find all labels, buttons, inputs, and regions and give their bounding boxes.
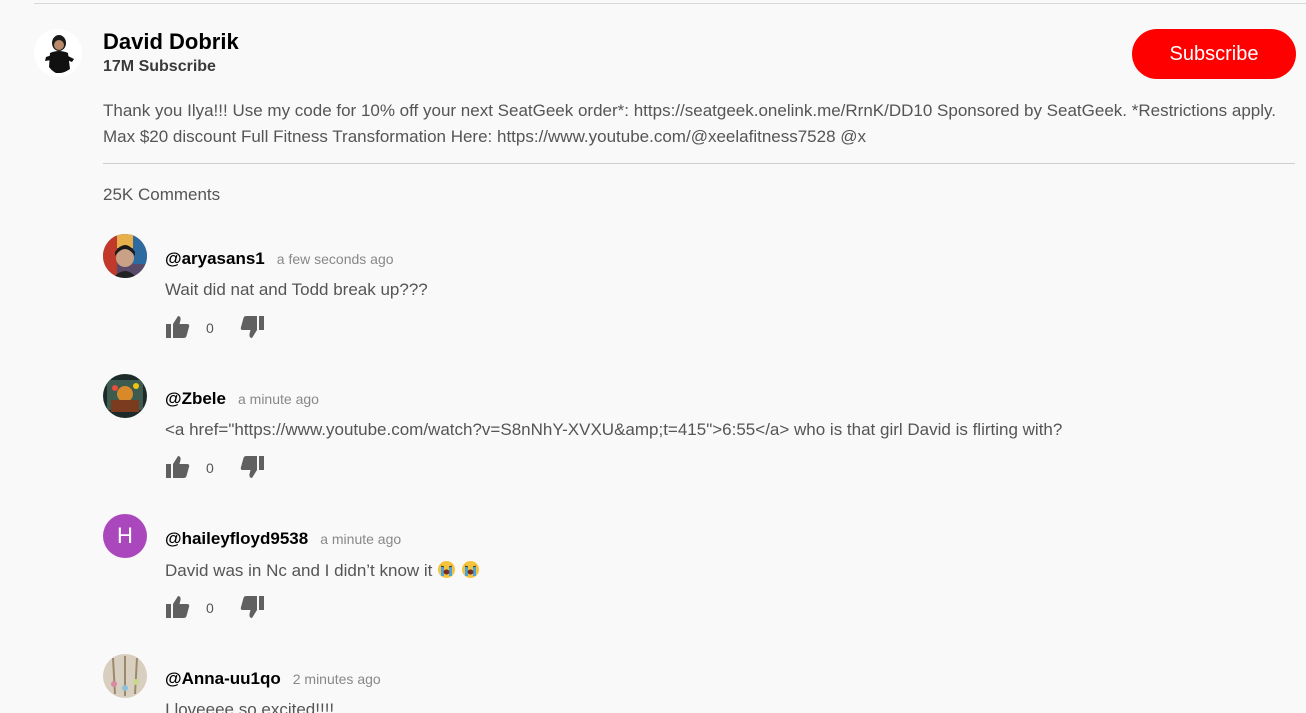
video-description: Thank you Ilya!!! Use my code for 10% of… <box>103 101 1276 146</box>
channel-header: David Dobrik 17M Subscribe Subscribe <box>34 29 1296 79</box>
comment-text: I loveeee so excited!!!! <box>165 700 335 713</box>
thumbs-down-icon[interactable] <box>239 594 265 620</box>
subscribe-button[interactable]: Subscribe <box>1132 29 1296 79</box>
avatar[interactable] <box>103 654 147 698</box>
comment-time: a minute ago <box>237 391 319 407</box>
comment-author[interactable]: @aryasans1 a few seconds ago <box>165 249 394 269</box>
channel-name[interactable]: David Dobrik <box>103 29 239 55</box>
avatar[interactable] <box>103 374 147 418</box>
comment-text: Wait did nat and Todd break up??? <box>165 280 428 299</box>
top-divider <box>34 3 1306 4</box>
description-divider <box>103 163 1295 164</box>
thumbs-up-icon[interactable] <box>165 314 191 340</box>
thumbs-up-icon[interactable] <box>165 594 191 620</box>
avatar[interactable]: H <box>103 514 147 558</box>
thumbs-down-icon[interactable] <box>239 454 265 480</box>
like-count: 0 <box>206 460 214 476</box>
comment-author[interactable]: @haileyfloyd9538 a minute ago <box>165 529 401 549</box>
comment-time: a few seconds ago <box>276 251 394 267</box>
comment-item: @aryasans1 a few seconds ago Wait did nat… <box>103 234 1253 344</box>
comments-count: 25K Comments <box>103 185 221 204</box>
comment-author[interactable]: @Zbele a minute ago <box>165 389 319 409</box>
thumbs-up-icon[interactable] <box>165 454 191 480</box>
comment-item: @Zbele a minute ago <a href="https://www.… <box>103 374 1253 484</box>
loudly-crying-face-icon <box>461 560 480 579</box>
author-handle[interactable]: @Zbele <box>165 389 226 408</box>
comment-time: a minute ago <box>320 531 402 547</box>
comment-item: @Anna-uu1qo 2 minutes ago I loveeee so ex… <box>103 654 1253 713</box>
channel-avatar[interactable] <box>34 29 82 77</box>
comment-text-body: David was in Nc and I didn’t know it <box>165 561 433 580</box>
comment-time: 2 minutes ago <box>292 671 381 687</box>
like-count: 0 <box>206 600 214 616</box>
comment-text: <a href="https://www.youtube.com/watch?v… <box>165 420 1063 439</box>
author-handle[interactable]: @aryasans1 <box>165 249 265 268</box>
like-count: 0 <box>206 320 214 336</box>
loudly-crying-face-icon <box>437 560 456 579</box>
comment-text: David was in Nc and I didn’t know it <box>165 560 480 581</box>
author-handle[interactable]: @Anna-uu1qo <box>165 669 281 688</box>
thumbs-down-icon[interactable] <box>239 314 265 340</box>
author-handle[interactable]: @haileyfloyd9538 <box>165 529 308 548</box>
comment-author[interactable]: @Anna-uu1qo 2 minutes ago <box>165 669 381 689</box>
comment-item: H @haileyfloyd9538 a minute ago David was… <box>103 514 1253 624</box>
subscriber-count: 17M Subscribe <box>103 58 216 75</box>
avatar[interactable] <box>103 234 147 278</box>
